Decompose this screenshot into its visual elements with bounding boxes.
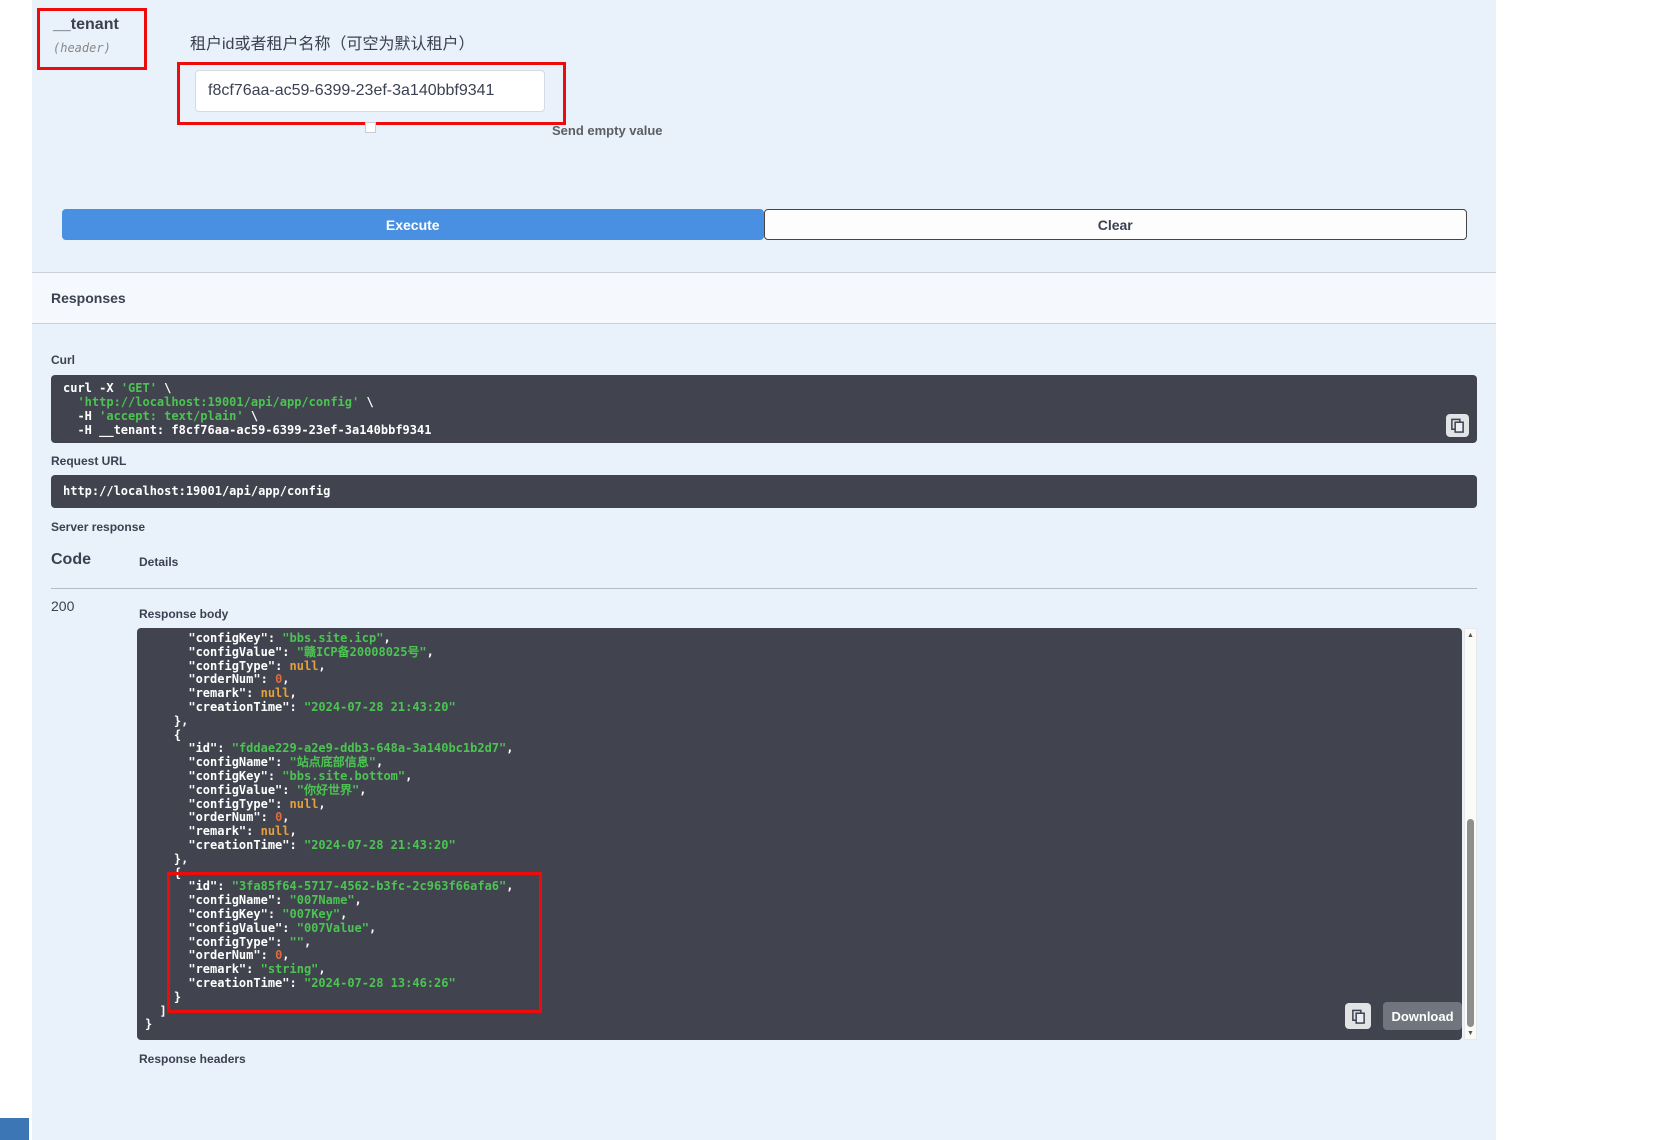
- code-line: "configName": "007Name",: [145, 894, 1462, 908]
- code-line: "orderNum": 0,: [145, 673, 1462, 687]
- code-line: "remark": "string",: [145, 963, 1462, 977]
- code-line: "configValue": "你好世界",: [145, 784, 1462, 798]
- code-line: "configKey": "bbs.site.bottom",: [145, 770, 1462, 784]
- code-line: "creationTime": "2024-07-28 21:43:20": [145, 839, 1462, 853]
- code-line: "configType": null,: [145, 660, 1462, 674]
- clipboard-icon: [1351, 1009, 1366, 1024]
- code-line: "creationTime": "2024-07-28 13:46:26": [145, 977, 1462, 991]
- code-line: ]: [145, 1005, 1462, 1019]
- scrollbar-thumb[interactable]: [1467, 819, 1474, 1027]
- execute-row: Execute Clear: [62, 209, 1467, 240]
- code-line: "remark": null,: [145, 687, 1462, 701]
- send-empty-label: Send empty value: [552, 123, 663, 138]
- download-button[interactable]: Download: [1383, 1002, 1462, 1030]
- code-column-header: Code: [51, 551, 91, 569]
- code-line: "creationTime": "2024-07-28 21:43:20": [145, 701, 1462, 715]
- clear-button[interactable]: Clear: [764, 209, 1468, 240]
- scroll-up-icon[interactable]: ▲: [1465, 629, 1476, 641]
- response-headers-label: Response headers: [139, 1052, 246, 1066]
- scroll-down-icon[interactable]: ▼: [1465, 1027, 1476, 1039]
- code-line: "orderNum": 0,: [145, 811, 1462, 825]
- details-column-header: Details: [139, 555, 178, 569]
- code-line: {: [145, 729, 1462, 743]
- code-line: "id": "3fa85f64-5717-4562-b3fc-2c963f66a…: [145, 880, 1462, 894]
- copy-response-button[interactable]: [1345, 1003, 1371, 1029]
- code-line: 'http://localhost:19001/api/app/config' …: [63, 395, 1465, 409]
- code-line: "configValue": "007Value",: [145, 922, 1462, 936]
- tenant-input[interactable]: [195, 70, 545, 112]
- code-line: }: [145, 1018, 1462, 1032]
- table-divider: [51, 588, 1477, 589]
- code-line: "configType": null,: [145, 798, 1462, 812]
- send-empty-checkbox[interactable]: [365, 122, 376, 133]
- request-url-label: Request URL: [51, 454, 126, 468]
- code-line: "configKey": "bbs.site.icp",: [145, 632, 1462, 646]
- response-body-label: Response body: [139, 607, 228, 621]
- response-body-block: "configKey": "bbs.site.icp", "configValu…: [137, 628, 1462, 1040]
- server-response-label: Server response: [51, 520, 145, 534]
- curl-label: Curl: [51, 353, 75, 367]
- copy-curl-button[interactable]: [1446, 414, 1469, 437]
- code-line: }: [145, 991, 1462, 1005]
- responses-title: Responses: [51, 290, 126, 306]
- code-line: "configKey": "007Key",: [145, 908, 1462, 922]
- parameter-location: (header): [53, 41, 144, 55]
- responses-header: Responses: [32, 272, 1496, 324]
- code-line: "configType": "",: [145, 936, 1462, 950]
- swagger-operation-panel: __tenant (header) 租户id或者租户名称（可空为默认租户） Se…: [32, 0, 1496, 1140]
- parameter-name: __tenant: [53, 16, 144, 34]
- response-body-code: "configKey": "bbs.site.icp", "configValu…: [145, 632, 1462, 1032]
- code-line: },: [145, 853, 1462, 867]
- code-line: "configName": "站点底部信息",: [145, 756, 1462, 770]
- parameter-description: 租户id或者租户名称（可空为默认租户）: [190, 30, 474, 54]
- code-line: "orderNum": 0,: [145, 949, 1462, 963]
- code-line: "configValue": "赣ICP备20008025号",: [145, 646, 1462, 660]
- execute-button[interactable]: Execute: [62, 209, 764, 240]
- clipboard-icon: [1450, 418, 1465, 433]
- code-line: },: [145, 715, 1462, 729]
- code-line: curl -X 'GET' \: [63, 381, 1465, 395]
- response-scrollbar: ▲ ▼: [1464, 628, 1477, 1040]
- annotation-box-parameter: __tenant (header): [37, 8, 147, 70]
- code-line: {: [145, 867, 1462, 881]
- status-code: 200: [51, 598, 74, 614]
- code-line: -H __tenant: f8cf76aa-ac59-6399-23ef-3a1…: [63, 423, 1465, 437]
- curl-command-block: curl -X 'GET' \ 'http://localhost:19001/…: [51, 375, 1477, 443]
- code-line: "remark": null,: [145, 825, 1462, 839]
- request-url-value: http://localhost:19001/api/app/config: [51, 475, 1477, 508]
- next-block-fragment: [0, 1118, 29, 1140]
- code-line: -H 'accept: text/plain' \: [63, 409, 1465, 423]
- curl-code: curl -X 'GET' \ 'http://localhost:19001/…: [63, 381, 1465, 437]
